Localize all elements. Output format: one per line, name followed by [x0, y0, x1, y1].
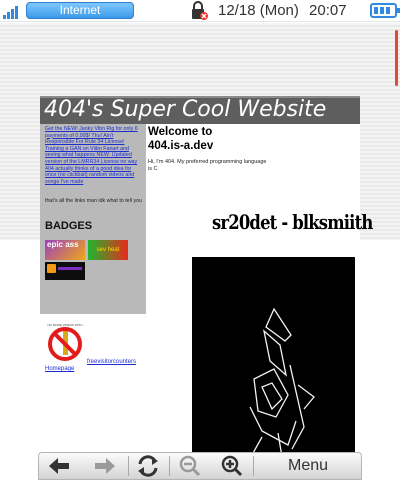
- back-button[interactable]: [39, 453, 79, 479]
- scroll-indicator[interactable]: [395, 30, 398, 86]
- wifi-signal-icon: [3, 3, 23, 19]
- wireframe-video-frame: [249, 307, 315, 458]
- lock-disabled-icon: [190, 1, 210, 21]
- badges-heading: BADGES: [45, 220, 93, 232]
- badge-blender[interactable]: [45, 262, 85, 280]
- video-player[interactable]: [192, 257, 355, 458]
- menu-button[interactable]: Menu: [255, 453, 361, 479]
- date-time: 12/18 (Mon) 20:07: [218, 2, 347, 19]
- toolbar-divider: [253, 456, 254, 476]
- menu-label: Menu: [287, 457, 329, 474]
- browser-toolbar: Menu: [38, 452, 362, 480]
- sidebar-links[interactable]: Get the NEW! Janky Vibn Rig for only 6 p…: [45, 126, 142, 185]
- prohibited-icon: [46, 325, 84, 361]
- author-banner: sr20det - blksmiith: [212, 210, 373, 234]
- site-title: 404's Super Cool Website: [44, 97, 327, 122]
- forward-arrow-icon: [95, 458, 115, 474]
- intro-text: Hi, I'm 404. My preferred programming la…: [148, 159, 267, 172]
- welcome-heading: Welcome to 404.is-a.dev: [148, 126, 214, 152]
- battery-icon: [370, 3, 400, 18]
- badge-epic[interactable]: epic ass: [45, 240, 85, 260]
- date-text: 12/18 (Mon): [218, 2, 299, 19]
- status-bar: Internet 12/18 (Mon) 20:07: [0, 0, 400, 22]
- time-text: 20:07: [309, 2, 347, 19]
- visitor-counter-link[interactable]: freevisitorcounters: [87, 359, 136, 365]
- zoom-out-icon: [179, 455, 201, 477]
- sidebar-note: that's all the links man idk what to tel…: [45, 198, 142, 204]
- back-arrow-icon: [49, 458, 69, 474]
- zoom-in-button[interactable]: [213, 453, 251, 479]
- forward-button[interactable]: [85, 453, 125, 479]
- toolbar-divider: [169, 456, 170, 476]
- badge-heat[interactable]: sev heat: [88, 240, 128, 260]
- reload-icon: [138, 455, 158, 477]
- reload-button[interactable]: [129, 453, 167, 479]
- homepage-link[interactable]: Homepage: [45, 366, 74, 372]
- internet-tab[interactable]: Internet: [26, 2, 134, 19]
- zoom-out-button[interactable]: [171, 453, 209, 479]
- zoom-in-icon: [221, 455, 243, 477]
